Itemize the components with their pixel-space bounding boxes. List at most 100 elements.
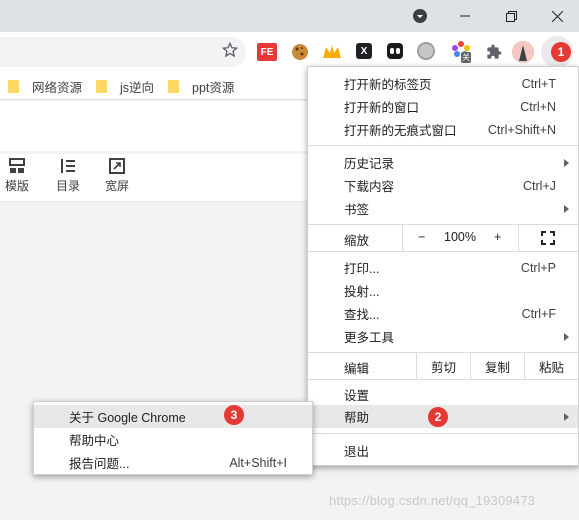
menu-settings[interactable]: 设置	[308, 383, 578, 406]
step-badge-1: 1	[551, 42, 571, 62]
menu-separator	[308, 145, 578, 146]
menu-new-incognito[interactable]: 打开新的无痕式窗口 Ctrl+Shift+N	[308, 118, 578, 141]
submenu-arrow-icon	[564, 413, 569, 421]
menu-item-label: 书签	[344, 203, 370, 217]
toc-button[interactable]: 目录	[56, 158, 80, 194]
tab-search-icon[interactable]	[408, 0, 432, 32]
bookmark-label: js逆向	[120, 80, 155, 95]
submenu-report-issue[interactable]: 报告问题... Alt+Shift+I	[34, 451, 312, 474]
menu-downloads[interactable]: 下载内容 Ctrl+J	[308, 174, 578, 197]
watermark-text: https://blog.csdn.net/qq_19309473	[329, 493, 536, 508]
step-badge-3: 3	[224, 405, 244, 425]
menu-bookmarks[interactable]: 书签	[308, 197, 578, 220]
menu-item-shortcut: Ctrl+N	[520, 99, 556, 114]
bookmark-folder-js[interactable]: js逆向	[96, 72, 154, 100]
list-icon	[61, 159, 75, 173]
template-icon	[9, 158, 25, 173]
menu-item-shortcut: Ctrl+J	[523, 178, 556, 193]
menu-item-label: 设置	[344, 389, 370, 403]
help-submenu: 关于 Google Chrome 帮助中心 报告问题... Alt+Shift+…	[33, 401, 313, 475]
menu-item-label: 关于 Google Chrome	[69, 411, 186, 425]
fullscreen-icon	[541, 231, 555, 245]
flower-extension-badge: 关	[461, 52, 471, 63]
menu-item-label: 打印...	[344, 262, 380, 276]
menu-item-shortcut: Ctrl+F	[521, 306, 556, 321]
menu-item-shortcut: Ctrl+T	[521, 76, 556, 91]
gear-extension-icon[interactable]	[417, 42, 435, 60]
widescreen-icon	[109, 158, 125, 174]
zoom-out-button[interactable]: −	[418, 230, 425, 244]
bookmark-label: 网络资源	[32, 80, 83, 95]
close-icon[interactable]	[542, 0, 572, 32]
fullscreen-button[interactable]	[518, 225, 578, 251]
copy-button[interactable]: 复制	[470, 353, 524, 379]
menu-item-label: 退出	[344, 445, 370, 459]
menu-exit[interactable]: 退出	[308, 439, 578, 462]
widescreen-button[interactable]: 宽屏	[105, 158, 129, 194]
tab-extension-icon[interactable]	[387, 43, 403, 59]
submenu-about-chrome[interactable]: 关于 Google Chrome	[34, 405, 312, 428]
submenu-arrow-icon	[564, 205, 569, 213]
folder-icon	[8, 79, 19, 93]
template-label: 模版	[5, 179, 30, 193]
submenu-help-center[interactable]: 帮助中心	[34, 428, 312, 451]
menu-item-label: 下载内容	[344, 180, 395, 194]
fe-extension-icon[interactable]: FE	[257, 43, 277, 61]
menu-item-label: 帮助	[344, 411, 370, 425]
menu-edit-row: 编辑 剪切 复制 粘贴	[308, 353, 578, 379]
menu-zoom-row: 缩放 − 100% +	[308, 225, 578, 251]
x-extension-icon[interactable]: X	[356, 43, 372, 59]
window-titlebar	[0, 0, 579, 32]
menu-item-shortcut: Ctrl+P	[520, 260, 556, 275]
zoom-level: 100%	[444, 230, 476, 244]
zoom-label: 缩放	[344, 234, 370, 248]
zoom-controls: − 100% +	[402, 225, 518, 251]
minimize-icon[interactable]	[450, 0, 480, 32]
cut-button[interactable]: 剪切	[416, 353, 470, 379]
submenu-arrow-icon	[564, 333, 569, 341]
template-button[interactable]: 模版	[5, 158, 29, 194]
menu-item-label: 帮助中心	[69, 434, 120, 448]
chrome-main-menu: 打开新的标签页 Ctrl+T 打开新的窗口 Ctrl+N 打开新的无痕式窗口 C…	[307, 66, 579, 466]
menu-item-label: 打开新的标签页	[344, 78, 432, 92]
menu-cast[interactable]: 投射...	[308, 279, 578, 302]
extensions-puzzle-icon[interactable]	[482, 40, 506, 64]
folder-icon	[168, 79, 179, 93]
flower-extension-icon[interactable]: 关	[452, 40, 474, 64]
menu-separator	[308, 433, 578, 434]
menu-separator	[308, 251, 578, 252]
menu-separator	[308, 379, 578, 380]
bookmark-star-icon[interactable]	[218, 38, 242, 62]
widescreen-label: 宽屏	[105, 179, 130, 193]
menu-print[interactable]: 打印... Ctrl+P	[308, 256, 578, 279]
menu-item-label: 更多工具	[344, 331, 395, 345]
zoom-in-button[interactable]: +	[494, 230, 501, 244]
menu-item-label: 打开新的无痕式窗口	[344, 124, 457, 138]
menu-item-label: 查找...	[344, 308, 380, 322]
menu-item-shortcut: Alt+Shift+I	[229, 455, 287, 470]
profile-avatar[interactable]	[512, 41, 534, 63]
menu-more-tools[interactable]: 更多工具	[308, 325, 578, 348]
crown-extension-icon[interactable]	[320, 40, 344, 64]
address-bar[interactable]	[0, 37, 246, 67]
step-badge-2: 2	[428, 407, 448, 427]
menu-new-window[interactable]: 打开新的窗口 Ctrl+N	[308, 95, 578, 118]
menu-item-label: 报告问题...	[69, 457, 130, 471]
menu-find[interactable]: 查找... Ctrl+F	[308, 302, 578, 325]
submenu-arrow-icon	[564, 159, 569, 167]
bookmark-label: ppt资源	[192, 80, 235, 95]
menu-item-label: 打开新的窗口	[344, 101, 420, 115]
menu-item-label: 投射...	[344, 285, 380, 299]
bookmark-folder-ppt[interactable]: ppt资源	[168, 72, 234, 100]
folder-icon	[96, 79, 107, 93]
menu-item-shortcut: Ctrl+Shift+N	[487, 122, 556, 137]
menu-new-tab[interactable]: 打开新的标签页 Ctrl+T	[308, 72, 578, 95]
paste-button[interactable]: 粘贴	[524, 353, 578, 379]
menu-history[interactable]: 历史记录	[308, 151, 578, 174]
bookmark-folder-network[interactable]: 网络资源	[8, 72, 82, 100]
restore-icon[interactable]	[496, 0, 526, 32]
edit-label: 编辑	[344, 362, 370, 376]
toc-label: 目录	[56, 179, 81, 193]
menu-item-label: 历史记录	[344, 157, 395, 171]
cookie-extension-icon[interactable]	[288, 40, 312, 64]
